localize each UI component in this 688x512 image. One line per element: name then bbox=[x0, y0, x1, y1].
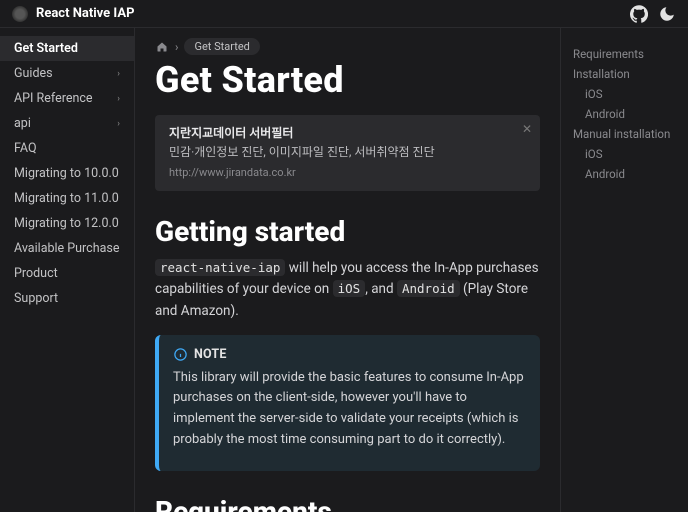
toc-link[interactable]: iOS bbox=[573, 144, 678, 164]
chevron-right-icon: › bbox=[117, 94, 120, 104]
ad-headline: 지란지교데이터 서버필터 bbox=[169, 125, 526, 142]
sidebar-item-label: Guides bbox=[14, 66, 53, 81]
sidebar-item-label: api bbox=[14, 116, 31, 131]
breadcrumb-sep: › bbox=[175, 40, 178, 54]
sidebar-item-label: Product bbox=[14, 266, 58, 281]
sidebar-item-get-started[interactable]: Get Started bbox=[0, 36, 134, 61]
sidebar-item-available-purchase[interactable]: Available Purchase bbox=[0, 236, 134, 261]
toc: Requirements Installation iOS Android Ma… bbox=[560, 28, 688, 512]
note-head: NOTE bbox=[173, 347, 526, 362]
toc-link[interactable]: Installation bbox=[573, 64, 678, 84]
breadcrumb-current: Get Started bbox=[184, 38, 259, 55]
sidebar-item-migrate-12[interactable]: Migrating to 12.0.0 bbox=[0, 211, 134, 236]
main-content: › Get Started Get Started ✕ 지란지교데이터 서버필터… bbox=[135, 28, 560, 512]
toc-link[interactable]: Android bbox=[573, 104, 678, 124]
sidebar-item-product[interactable]: Product bbox=[0, 261, 134, 286]
sidebar-item-api-reference[interactable]: API Reference › bbox=[0, 86, 134, 111]
toc-link[interactable]: Requirements bbox=[573, 44, 678, 64]
sidebar-item-label: Migrating to 10.0.0 bbox=[14, 166, 119, 181]
code-ios: iOS bbox=[333, 280, 366, 297]
text-span: , and bbox=[365, 281, 397, 297]
toc-link[interactable]: Manual installation bbox=[573, 124, 678, 144]
getting-started-heading: Getting started bbox=[155, 215, 540, 248]
theme-toggle-icon[interactable] bbox=[658, 5, 676, 23]
sidebar-item-label: Get Started bbox=[14, 41, 78, 56]
sidebar-item-label: Support bbox=[14, 291, 58, 306]
sidebar-item-label: API Reference bbox=[14, 91, 93, 106]
toc-link[interactable]: iOS bbox=[573, 84, 678, 104]
getting-started-paragraph: react-native-iap will help you access th… bbox=[155, 258, 540, 323]
sidebar-item-migrate-10[interactable]: Migrating to 10.0.0 bbox=[0, 161, 134, 186]
sidebar: Get Started Guides › API Reference › api… bbox=[0, 28, 135, 512]
note-admonition: NOTE This library will provide the basic… bbox=[155, 335, 540, 471]
info-icon bbox=[173, 347, 188, 362]
site-logo bbox=[12, 6, 28, 22]
ad-card: ✕ 지란지교데이터 서버필터 민감·개인정보 진단, 이미지파일 진단, 서버취… bbox=[155, 115, 540, 191]
code-android: Android bbox=[397, 280, 460, 297]
github-icon[interactable] bbox=[630, 5, 648, 23]
sidebar-item-support[interactable]: Support bbox=[0, 286, 134, 311]
note-body: This library will provide the basic feat… bbox=[173, 368, 526, 451]
chevron-right-icon: › bbox=[117, 119, 120, 129]
ad-close-icon[interactable]: ✕ bbox=[522, 121, 532, 138]
sidebar-item-api[interactable]: api › bbox=[0, 111, 134, 136]
chevron-right-icon: › bbox=[117, 69, 120, 79]
breadcrumb: › Get Started bbox=[155, 38, 540, 55]
sidebar-item-migrate-11[interactable]: Migrating to 11.0.0 bbox=[0, 186, 134, 211]
ad-body: 민감·개인정보 진단, 이미지파일 진단, 서버취약점 진단 bbox=[169, 144, 526, 161]
requirements-heading: Requirements bbox=[155, 495, 540, 512]
site-title: React Native IAP bbox=[36, 6, 620, 21]
sidebar-item-label: Migrating to 12.0.0 bbox=[14, 216, 119, 231]
page-title: Get Started bbox=[155, 59, 540, 101]
toc-link[interactable]: Android bbox=[573, 164, 678, 184]
sidebar-item-faq[interactable]: FAQ bbox=[0, 136, 134, 161]
ad-link[interactable]: http://www.jirandata.co.kr bbox=[169, 165, 526, 181]
sidebar-item-label: FAQ bbox=[14, 141, 37, 156]
topbar: React Native IAP bbox=[0, 0, 688, 28]
home-icon[interactable] bbox=[155, 40, 169, 54]
note-label: NOTE bbox=[194, 347, 227, 362]
sidebar-item-label: Available Purchase bbox=[14, 241, 119, 256]
sidebar-item-label: Migrating to 11.0.0 bbox=[14, 191, 119, 206]
sidebar-item-guides[interactable]: Guides › bbox=[0, 61, 134, 86]
code-pkg: react-native-iap bbox=[155, 259, 285, 276]
